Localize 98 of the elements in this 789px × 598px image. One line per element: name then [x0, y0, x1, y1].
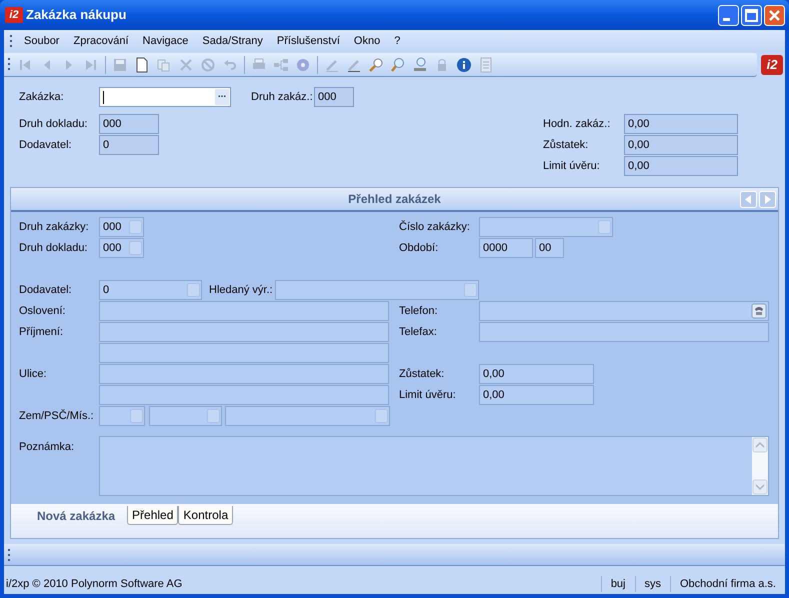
left-arrow-button[interactable]: [740, 191, 757, 208]
input-field[interactable]: [275, 280, 479, 300]
input-field[interactable]: [99, 343, 389, 363]
lookup-button[interactable]: [130, 409, 143, 423]
field-label: Druh dokladu:: [19, 116, 88, 132]
field-label: Zem/PSČ/Mís.:: [19, 408, 95, 424]
input-field[interactable]: ...: [99, 87, 231, 107]
input-field[interactable]: [479, 301, 769, 321]
magnifier-icon[interactable]: [368, 56, 384, 72]
lookup-button[interactable]: [129, 220, 142, 234]
field-label: Dodavatel:: [19, 282, 73, 298]
input-field[interactable]: 0: [99, 280, 202, 300]
field-label: Dodavatel:: [19, 138, 73, 153]
input-field[interactable]: 0: [99, 135, 159, 155]
input-field[interactable]: 000: [99, 217, 144, 237]
input-field[interactable]: [99, 406, 145, 426]
input-field[interactable]: [99, 364, 389, 384]
input-field[interactable]: 000: [314, 87, 354, 107]
lookup-button[interactable]: [187, 283, 200, 297]
lookup-button[interactable]: [598, 220, 611, 234]
menu-item[interactable]: Navigace: [136, 30, 196, 52]
status-text: buj: [600, 576, 634, 592]
input-field[interactable]: 0000: [479, 238, 533, 258]
magnifier-icon[interactable]: [412, 56, 428, 72]
input-field[interactable]: [149, 406, 222, 426]
field-label: Druh zakázky:: [19, 220, 90, 235]
search-icon[interactable]: [390, 56, 406, 72]
minimize-button[interactable]: [718, 4, 739, 26]
new-document-icon[interactable]: [134, 56, 150, 72]
field-label: Oslovení:: [19, 304, 66, 319]
app-logo: i2: [761, 55, 783, 75]
input-field[interactable]: [99, 385, 389, 405]
disc-icon[interactable]: [295, 56, 311, 72]
tab[interactable]: Kontrola: [178, 506, 234, 525]
input-field[interactable]: [479, 217, 613, 237]
field-label: Telefon:: [399, 304, 439, 319]
close-button[interactable]: [764, 4, 785, 26]
grip-icon: [8, 548, 11, 562]
field-label: Druh zakáz.:: [251, 90, 314, 105]
field-label: Ulice:: [19, 366, 48, 382]
field-label: Hodn. zakáz.:: [543, 116, 612, 132]
input-field[interactable]: 0,00: [479, 364, 594, 384]
info-icon[interactable]: [456, 56, 472, 72]
lookup-button[interactable]: [129, 241, 142, 255]
field-label: Limit úvěru:: [543, 158, 601, 174]
lookup-button[interactable]: [207, 409, 220, 423]
input-field[interactable]: [225, 406, 390, 426]
input-field[interactable]: [479, 322, 769, 342]
text-cursor: [103, 90, 104, 104]
input-field[interactable]: 000: [99, 238, 144, 258]
input-field[interactable]: 00: [535, 238, 564, 258]
input-field[interactable]: [99, 301, 389, 321]
phone-icon[interactable]: [751, 303, 767, 319]
status-text: Obchodní firma a.s.: [670, 576, 785, 592]
maximize-button[interactable]: [741, 4, 762, 26]
field-label: Poznámka:: [19, 440, 76, 455]
menu-item[interactable]: Sada/Strany: [195, 30, 270, 52]
window-title: Zakázka nákupu: [26, 6, 128, 24]
panel-title: Přehled zakázek: [348, 191, 441, 208]
status-text: sys: [634, 576, 670, 592]
cancel-icon[interactable]: [200, 56, 216, 72]
menu-item[interactable]: Příslušenství: [270, 30, 347, 52]
menu-item[interactable]: Zpracování: [66, 30, 136, 52]
field-label: Období:: [399, 240, 440, 256]
grip-icon: [8, 56, 11, 72]
copy-icon[interactable]: [156, 56, 172, 72]
input-field[interactable]: [99, 322, 389, 342]
note-field[interactable]: [99, 436, 769, 496]
status-text: i/2xp © 2010 Polynorm Software AG: [5, 576, 184, 592]
field-label: Číslo zakázky:: [399, 219, 471, 235]
input-field[interactable]: 0,00: [624, 114, 738, 134]
tab[interactable]: Přehled: [127, 506, 178, 525]
menu-item[interactable]: Soubor: [17, 30, 66, 52]
app-logo: i2: [5, 7, 23, 23]
tab[interactable]: Nová zakázka: [25, 506, 128, 525]
tree-icon[interactable]: [273, 56, 289, 72]
field-label: Zůstatek:: [543, 138, 590, 153]
input-field[interactable]: 0,00: [624, 156, 738, 176]
save-icon[interactable]: [112, 56, 128, 72]
scrollbar[interactable]: [752, 437, 768, 495]
menu-item[interactable]: Okno: [346, 30, 388, 52]
field-label: Hledaný výr.:: [209, 282, 274, 298]
input-field[interactable]: 000: [99, 114, 159, 134]
right-arrow-button[interactable]: [759, 191, 776, 208]
field-label: Telefax:: [399, 324, 438, 340]
field-label: Zůstatek:: [399, 366, 446, 382]
field-label: Limit úvěru:: [399, 388, 457, 403]
menu-item[interactable]: ?: [387, 30, 408, 52]
lookup-button[interactable]: [464, 283, 477, 297]
field-label: Příjmení:: [19, 324, 64, 340]
ellipsis-button[interactable]: ...: [215, 89, 229, 105]
delete-icon[interactable]: [178, 56, 194, 72]
input-field[interactable]: 0,00: [624, 135, 738, 155]
field-label: Zakázka:: [19, 90, 65, 105]
lookup-button[interactable]: [375, 409, 388, 423]
grip-icon: [10, 34, 13, 48]
field-label: Druh dokladu:: [19, 240, 88, 256]
input-field[interactable]: 0,00: [479, 385, 594, 405]
